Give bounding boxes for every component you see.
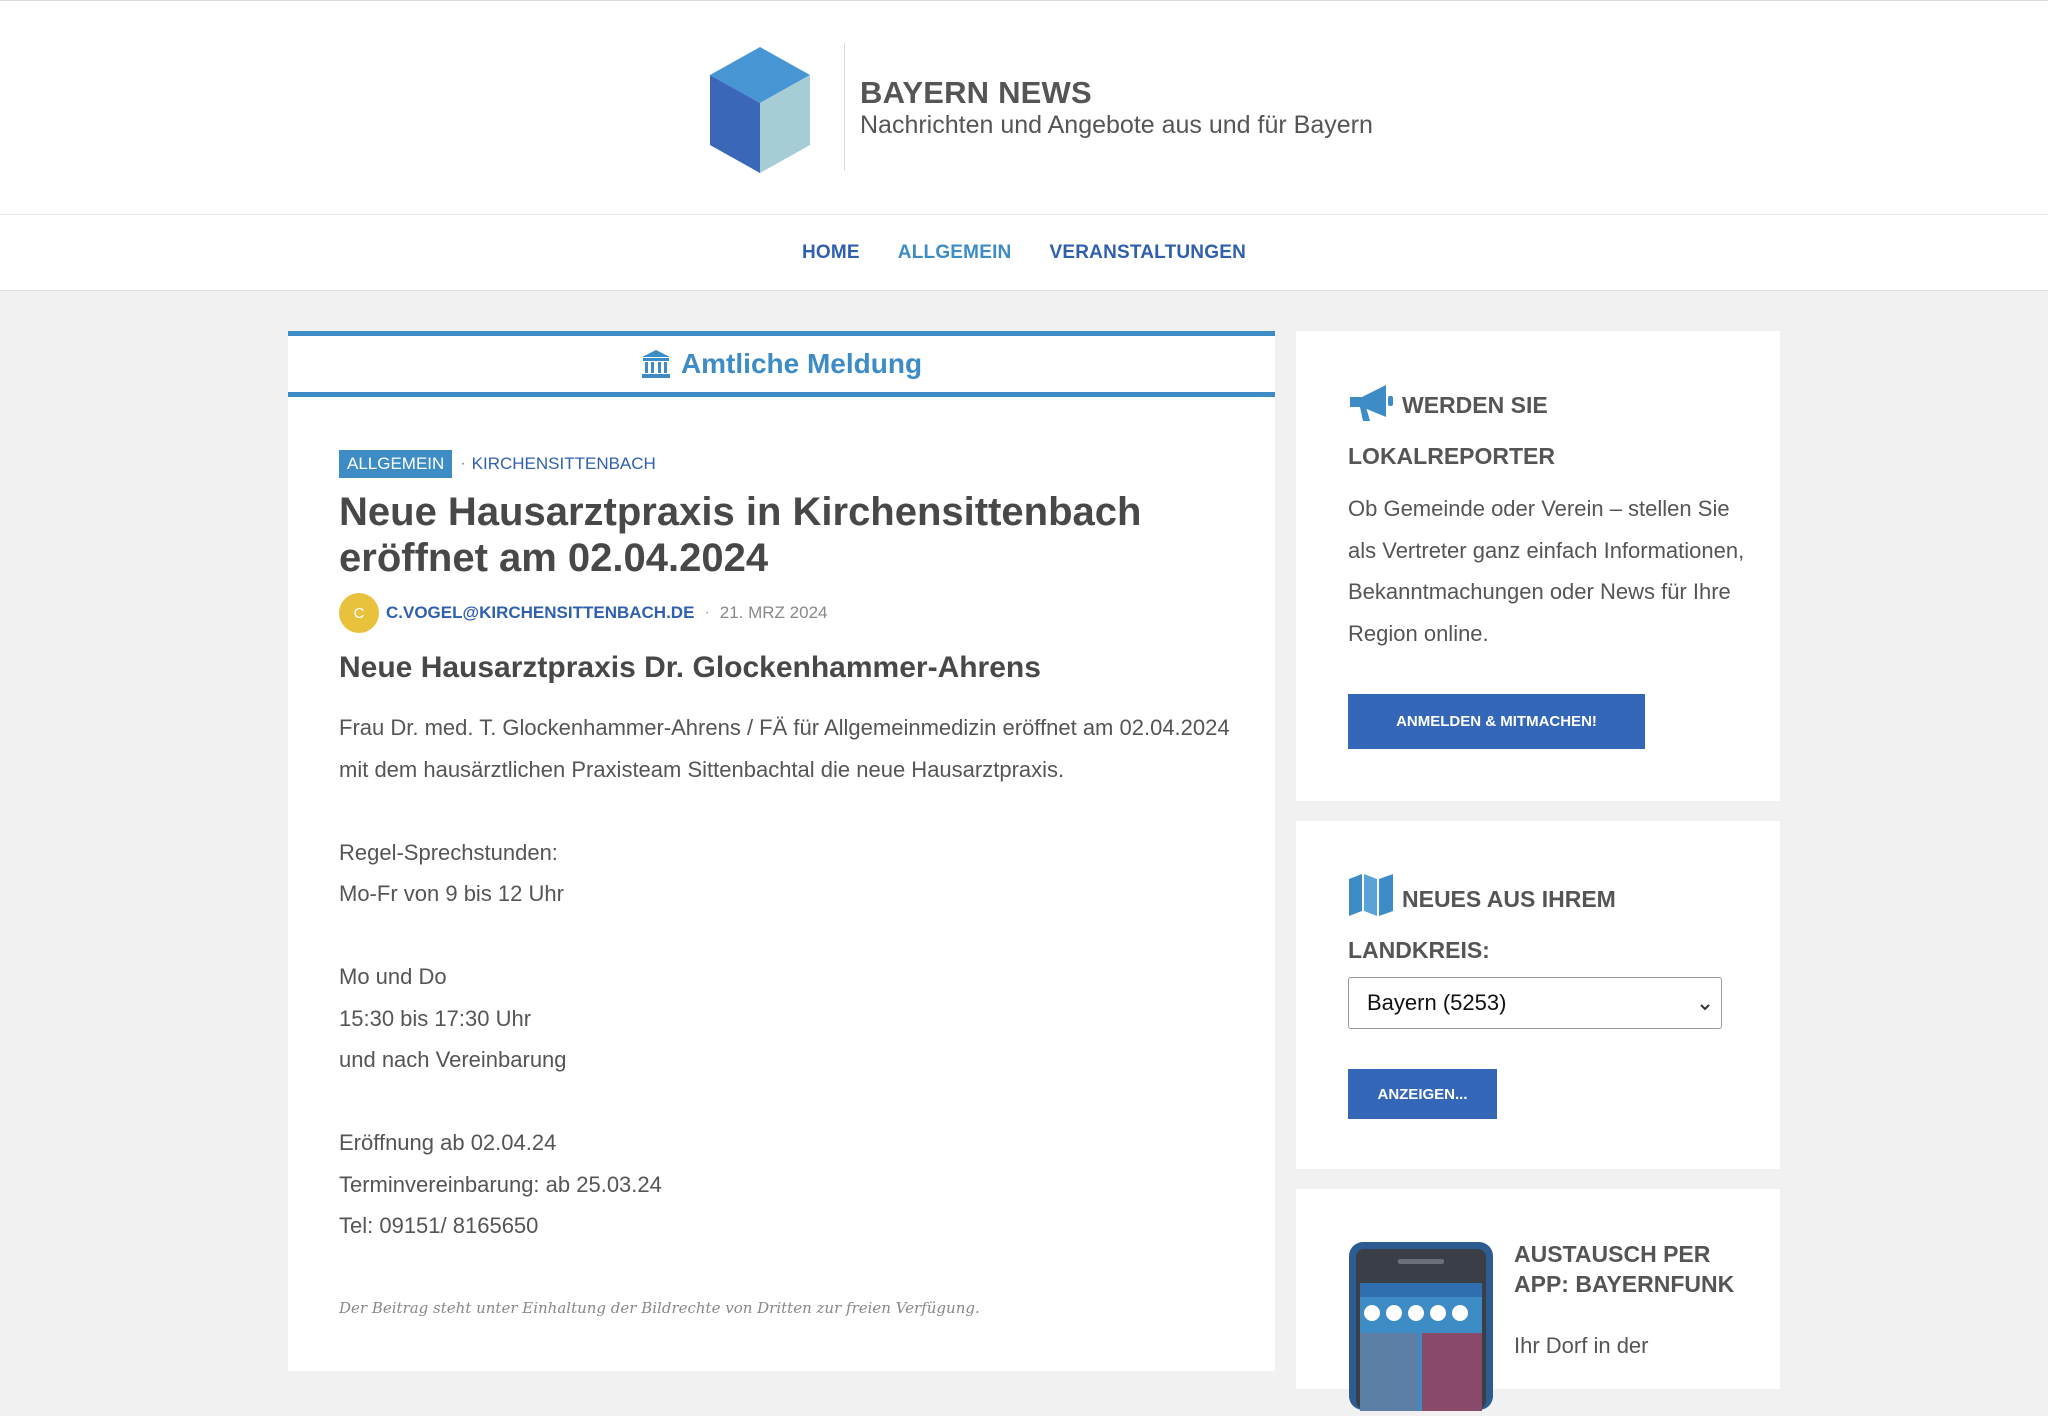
chevron-down-icon — [1699, 995, 1711, 1021]
meta-separator: · — [704, 604, 710, 621]
hours-label: Regel-Sprechstunden: — [339, 839, 558, 865]
category-badge[interactable]: ALLGEMEIN — [339, 450, 453, 478]
map-icon — [1348, 873, 1394, 930]
publish-date: 21. MRZ 2024 — [719, 603, 828, 622]
nav-item-home[interactable]: HOME — [802, 242, 860, 264]
article-card: Amtliche Meldung ALLGEMEIN · KIRCHENSITT… — [288, 331, 1275, 1371]
article-body: Frau Dr. med. T. Glockenhammer-Ahrens / … — [339, 707, 1239, 1247]
author-avatar[interactable]: C — [339, 593, 379, 633]
site-header: BAYERN NEWS Nachrichten und Angebote aus… — [0, 1, 2048, 215]
show-district-button[interactable]: ANZEIGEN... — [1348, 1069, 1497, 1119]
opening-date: Eröffnung ab 02.04.24 — [339, 1130, 557, 1155]
app-widget-text: Ihr Dorf in der — [1514, 1333, 1649, 1358]
reporter-widget-title: WERDEN SIE LOKALREPORTER — [1348, 383, 1748, 477]
logo-divider — [844, 43, 845, 171]
image-rights-footnote: Der Beitrag steht unter Einhaltung der B… — [339, 1299, 980, 1317]
reporter-widget: WERDEN SIE LOKALREPORTER Ob Gemeinde ode… — [1296, 331, 1780, 801]
intro-paragraph: Frau Dr. med. T. Glockenhammer-Ahrens / … — [339, 715, 1230, 782]
article-title: Neue Hausarztpraxis in Kirchensittenbach… — [339, 490, 1142, 580]
article-meta: C C.VOGEL@KIRCHENSITTENBACH.DE · 21. MRZ… — [339, 593, 828, 633]
article-subheading: Neue Hausarztpraxis Dr. Glockenhammer-Ah… — [339, 651, 1041, 684]
phone-number: Tel: 09151/ 8165650 — [339, 1213, 539, 1238]
district-select[interactable]: Bayern (5253) — [1348, 977, 1722, 1029]
location-tag-link[interactable]: KIRCHENSITTENBACH — [472, 454, 656, 474]
district-widget: NEUES AUS IHREM LANDKREIS: Bayern (5253)… — [1296, 821, 1780, 1169]
appointment-date: Terminvereinbarung: ab 25.03.24 — [339, 1171, 662, 1197]
taxonomy-separator: · — [460, 455, 466, 472]
hours-extra-days: Mo und Do — [339, 964, 447, 989]
hours-extra-note: und nach Vereinbarung — [339, 1047, 567, 1072]
site-title[interactable]: BAYERN NEWS — [860, 75, 1092, 111]
government-building-icon — [641, 349, 671, 379]
megaphone-icon — [1348, 383, 1394, 436]
banner-label: Amtliche Meldung — [680, 348, 923, 379]
nav-item-veranstaltungen[interactable]: VERANSTALTUNGEN — [1049, 242, 1246, 264]
site-logo-cube-icon[interactable] — [706, 47, 814, 173]
nav-item-allgemein[interactable]: ALLGEMEIN — [898, 242, 1012, 264]
article-taxonomy: ALLGEMEIN · KIRCHENSITTENBACH — [339, 450, 656, 478]
app-widget: AUSTAUSCH PER APP: BAYERNFUNK Ihr Dorf i… — [1296, 1189, 1780, 1411]
official-notice-banner: Amtliche Meldung — [288, 331, 1275, 397]
app-widget-title: AUSTAUSCH PER APP: BAYERNFUNK — [1514, 1241, 1735, 1297]
district-select-value: Bayern (5253) — [1367, 990, 1507, 1015]
author-link[interactable]: C.VOGEL@KIRCHENSITTENBACH.DE — [386, 603, 694, 623]
district-widget-title: NEUES AUS IHREM LANDKREIS: — [1348, 873, 1748, 971]
hours-extra-time: 15:30 bis 17:30 Uhr — [339, 1005, 532, 1031]
site-tagline: Nachrichten und Angebote aus und für Bay… — [860, 111, 1373, 139]
signup-button[interactable]: ANMELDEN & MITMACHEN! — [1348, 694, 1645, 749]
main-navigation: HOME ALLGEMEIN VERANSTALTUNGEN — [0, 215, 2048, 291]
reporter-description: Ob Gemeinde oder Verein – stellen Sie al… — [1348, 496, 1745, 646]
app-phone-image[interactable] — [1348, 1241, 1494, 1411]
hours-weekdays: Mo-Fr von 9 bis 12 Uhr — [339, 881, 564, 906]
